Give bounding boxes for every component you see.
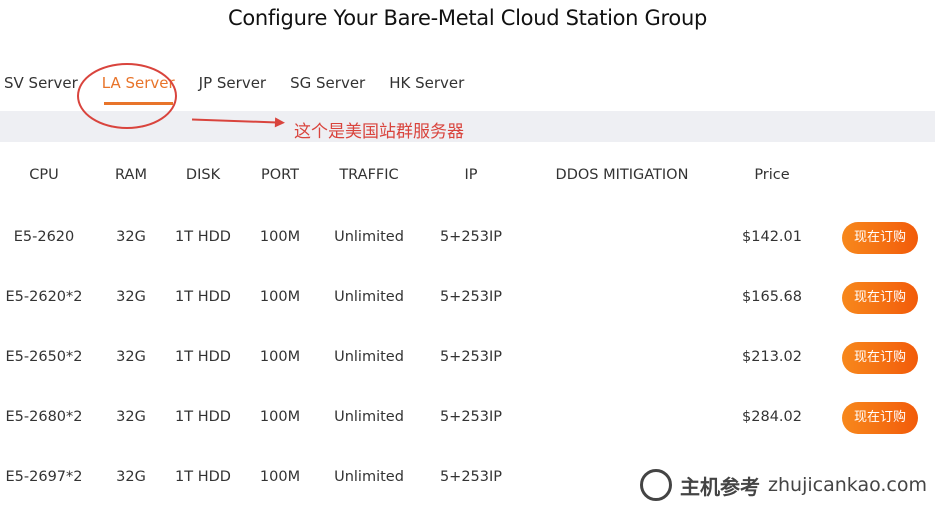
order-now-button[interactable]: 现在订购: [842, 282, 918, 314]
cell-ram: 32G: [116, 409, 146, 425]
tab-jp-server[interactable]: JP Server: [199, 74, 266, 92]
cell-traffic: Unlimited: [334, 289, 404, 305]
cell-cpu: E5-2620: [13, 229, 75, 245]
server-tabs: SV Server LA Server JP Server SG Server …: [4, 74, 488, 105]
column-header: CPU: [29, 167, 59, 183]
cell-ip: 5+253IP: [439, 349, 503, 365]
cell-cpu: E5-2650*2: [5, 349, 83, 365]
cell-ip: 5+253IP: [439, 289, 503, 305]
column-header: Price: [754, 167, 790, 183]
logo-icon: [640, 469, 673, 501]
cell-ip: 5+253IP: [439, 229, 503, 245]
column-header: TRAFFIC: [339, 167, 399, 183]
watermark-cn: 主机参考: [680, 474, 761, 499]
tab-sv-server[interactable]: SV Server: [4, 74, 78, 92]
tab-hk-server[interactable]: HK Server: [389, 74, 464, 92]
column-header: DISK: [185, 167, 221, 183]
cell-disk: 1T HDD: [175, 229, 231, 245]
order-now-button[interactable]: 现在订购: [842, 222, 918, 254]
annotation-text: 这个是美国站群服务器: [294, 122, 464, 142]
cell-traffic: Unlimited: [334, 349, 404, 365]
cell-disk: 1T HDD: [175, 409, 231, 425]
cell-disk: 1T HDD: [175, 349, 231, 365]
order-now-button[interactable]: 现在订购: [842, 402, 918, 434]
cell-port: 100M: [259, 469, 301, 485]
cell-traffic: Unlimited: [334, 409, 404, 425]
cell-ip: 5+253IP: [439, 469, 503, 485]
cell-port: 100M: [259, 229, 301, 245]
cell-port: 100M: [259, 409, 301, 425]
cell-price: $213.02: [742, 349, 802, 365]
order-now-button[interactable]: 现在订购: [842, 342, 918, 374]
column-header: DDOS MITIGATION: [555, 167, 689, 183]
cell-port: 100M: [259, 289, 301, 305]
cell-ram: 32G: [116, 229, 146, 245]
cell-ram: 32G: [116, 289, 146, 305]
cell-ip: 5+253IP: [439, 409, 503, 425]
column-header: IP: [464, 167, 478, 183]
cell-cpu: E5-2620*2: [5, 289, 83, 305]
column-header: RAM: [115, 167, 147, 183]
cell-ram: 32G: [116, 349, 146, 365]
cell-price: $165.68: [742, 289, 802, 305]
watermark-logo: 主机参考 zhujicankao.com: [640, 469, 927, 501]
cell-disk: 1T HDD: [175, 469, 231, 485]
page-title: Configure Your Bare-Metal Cloud Station …: [228, 6, 707, 30]
cell-traffic: Unlimited: [334, 469, 404, 485]
column-header: PORT: [260, 167, 300, 183]
cell-cpu: E5-2680*2: [5, 409, 83, 425]
cell-price: $142.01: [742, 229, 802, 245]
cell-price: $284.02: [742, 409, 802, 425]
cell-disk: 1T HDD: [175, 289, 231, 305]
highlight-circle: [77, 63, 177, 129]
cell-cpu: E5-2697*2: [5, 469, 83, 485]
tab-sg-server[interactable]: SG Server: [290, 74, 365, 92]
watermark-url: zhujicankao.com: [768, 474, 927, 496]
cell-port: 100M: [259, 349, 301, 365]
cell-traffic: Unlimited: [334, 229, 404, 245]
cell-ram: 32G: [116, 469, 146, 485]
